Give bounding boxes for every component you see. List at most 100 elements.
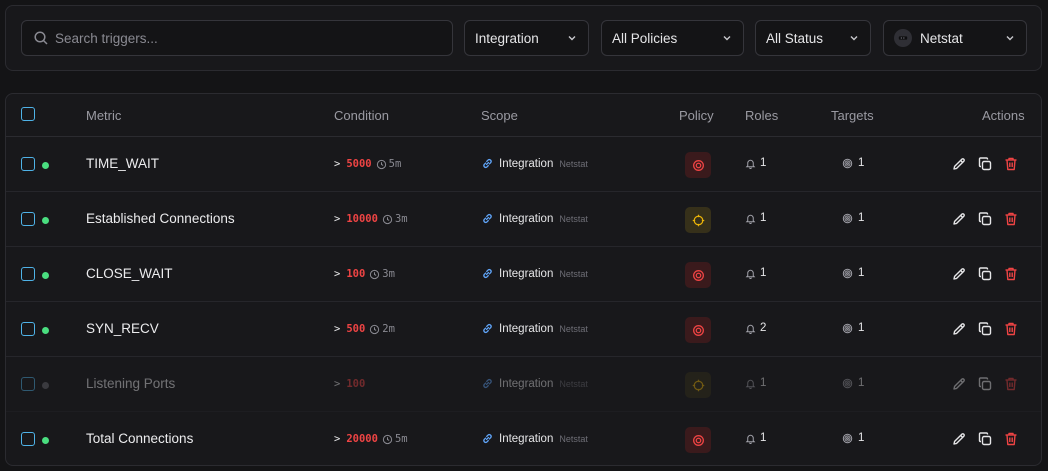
select-all-checkbox[interactable] <box>21 107 35 121</box>
delete-trash-icon[interactable] <box>1003 376 1019 392</box>
row-actions <box>951 376 1019 392</box>
chevron-down-icon <box>568 36 576 41</box>
duplicate-icon[interactable] <box>977 376 993 392</box>
targets-count: 1 <box>842 322 864 334</box>
scope-sub: Netstat <box>559 268 588 279</box>
targets-count: 1 <box>842 157 864 169</box>
policy-warning-icon[interactable] <box>685 372 711 398</box>
duplicate-icon[interactable] <box>977 266 993 282</box>
row-checkbox[interactable] <box>21 377 35 391</box>
targets-value: 1 <box>858 267 865 279</box>
target-icon <box>842 433 853 443</box>
scope-label: Integration <box>499 432 554 445</box>
condition: > 100 3m <box>334 268 395 280</box>
roles-value: 1 <box>760 212 767 224</box>
scope-sub: Netstat <box>559 323 588 334</box>
policy-filter-select[interactable]: All Policies <box>601 20 744 56</box>
header-policy[interactable]: Policy <box>679 108 714 123</box>
condition: > 10000 3m <box>334 213 408 225</box>
condition-duration: 5m <box>394 433 408 445</box>
status-filter-select[interactable]: All Status <box>755 20 871 56</box>
table-row[interactable]: Listening Ports > 100 Integration Netsta… <box>6 357 1041 412</box>
status-dot <box>42 272 49 279</box>
roles-value: 1 <box>760 157 767 169</box>
header-targets[interactable]: Targets <box>831 108 874 123</box>
table-row[interactable]: SYN_RECV > 500 2m Integration Netstat 2 … <box>6 302 1041 357</box>
bell-icon <box>745 159 756 169</box>
status-dot <box>42 327 49 334</box>
row-actions <box>951 431 1019 447</box>
integration-link-icon <box>483 323 492 334</box>
delete-trash-icon[interactable] <box>1003 321 1019 337</box>
target-icon <box>842 323 853 333</box>
scope-sub: Netstat <box>559 433 588 444</box>
scope-sub: Netstat <box>559 158 588 169</box>
search-icon <box>34 31 48 45</box>
condition-operator: > <box>334 378 341 390</box>
delete-trash-icon[interactable] <box>1003 431 1019 447</box>
roles-value: 1 <box>760 267 767 279</box>
policy-critical-icon[interactable] <box>685 262 711 288</box>
edit-pencil-icon[interactable] <box>951 321 967 337</box>
condition-operator: > <box>334 213 341 225</box>
status-dot <box>42 217 49 224</box>
duplicate-icon[interactable] <box>977 211 993 227</box>
clock-icon <box>382 214 393 224</box>
policy-warning-icon[interactable] <box>685 207 711 233</box>
row-checkbox[interactable] <box>21 212 35 226</box>
delete-trash-icon[interactable] <box>1003 266 1019 282</box>
policy-critical-icon[interactable] <box>685 152 711 178</box>
metric-name: SYN_RECV <box>86 321 159 336</box>
target-icon <box>842 158 853 168</box>
table-row[interactable]: Established Connections > 10000 3m Integ… <box>6 192 1041 247</box>
type-filter-select[interactable]: Integration <box>464 20 589 56</box>
roles-count: 1 <box>745 212 766 224</box>
bell-icon <box>745 269 756 279</box>
condition-threshold: 10000 <box>346 213 378 225</box>
header-condition[interactable]: Condition <box>334 108 389 123</box>
policy-critical-icon[interactable] <box>685 427 711 453</box>
duplicate-icon[interactable] <box>977 321 993 337</box>
duplicate-icon[interactable] <box>977 431 993 447</box>
edit-pencil-icon[interactable] <box>951 211 967 227</box>
condition-operator: > <box>334 323 341 335</box>
row-checkbox[interactable] <box>21 267 35 281</box>
targets-count: 1 <box>842 267 864 279</box>
targets-value: 1 <box>858 157 865 169</box>
bell-icon <box>745 379 756 389</box>
header-metric[interactable]: Metric <box>86 108 121 123</box>
edit-pencil-icon[interactable] <box>951 376 967 392</box>
roles-count: 1 <box>745 267 766 279</box>
row-actions <box>951 211 1019 227</box>
delete-trash-icon[interactable] <box>1003 211 1019 227</box>
condition-threshold: 5000 <box>346 158 372 170</box>
scope-label: Integration <box>499 267 554 280</box>
table-row[interactable]: TIME_WAIT > 5000 5m Integration Netstat … <box>6 137 1041 192</box>
delete-trash-icon[interactable] <box>1003 156 1019 172</box>
duplicate-icon[interactable] <box>977 156 993 172</box>
policy-critical-icon[interactable] <box>685 317 711 343</box>
edit-pencil-icon[interactable] <box>951 266 967 282</box>
row-checkbox[interactable] <box>21 432 35 446</box>
status-dot <box>42 382 49 389</box>
condition: > 20000 5m <box>334 433 408 445</box>
scope: Integration Netstat <box>481 212 588 225</box>
header-scope[interactable]: Scope <box>481 108 518 123</box>
row-checkbox[interactable] <box>21 157 35 171</box>
integration-link-icon <box>483 433 492 444</box>
table-row[interactable]: Total Connections > 20000 5m Integration… <box>6 412 1041 465</box>
header-roles[interactable]: Roles <box>745 108 778 123</box>
table-row[interactable]: CLOSE_WAIT > 100 3m Integration Netstat … <box>6 247 1041 302</box>
scope-label: Integration <box>499 157 554 170</box>
integration-filter-select[interactable]: Netstat <box>883 20 1027 56</box>
edit-pencil-icon[interactable] <box>951 156 967 172</box>
bell-icon <box>745 434 756 444</box>
search-field[interactable] <box>21 20 453 56</box>
edit-pencil-icon[interactable] <box>951 431 967 447</box>
clock-icon <box>376 159 386 169</box>
row-checkbox[interactable] <box>21 322 35 336</box>
search-input[interactable] <box>55 30 435 46</box>
targets-value: 1 <box>858 377 865 389</box>
row-actions <box>951 321 1019 337</box>
scope-sub: Netstat <box>559 213 588 224</box>
